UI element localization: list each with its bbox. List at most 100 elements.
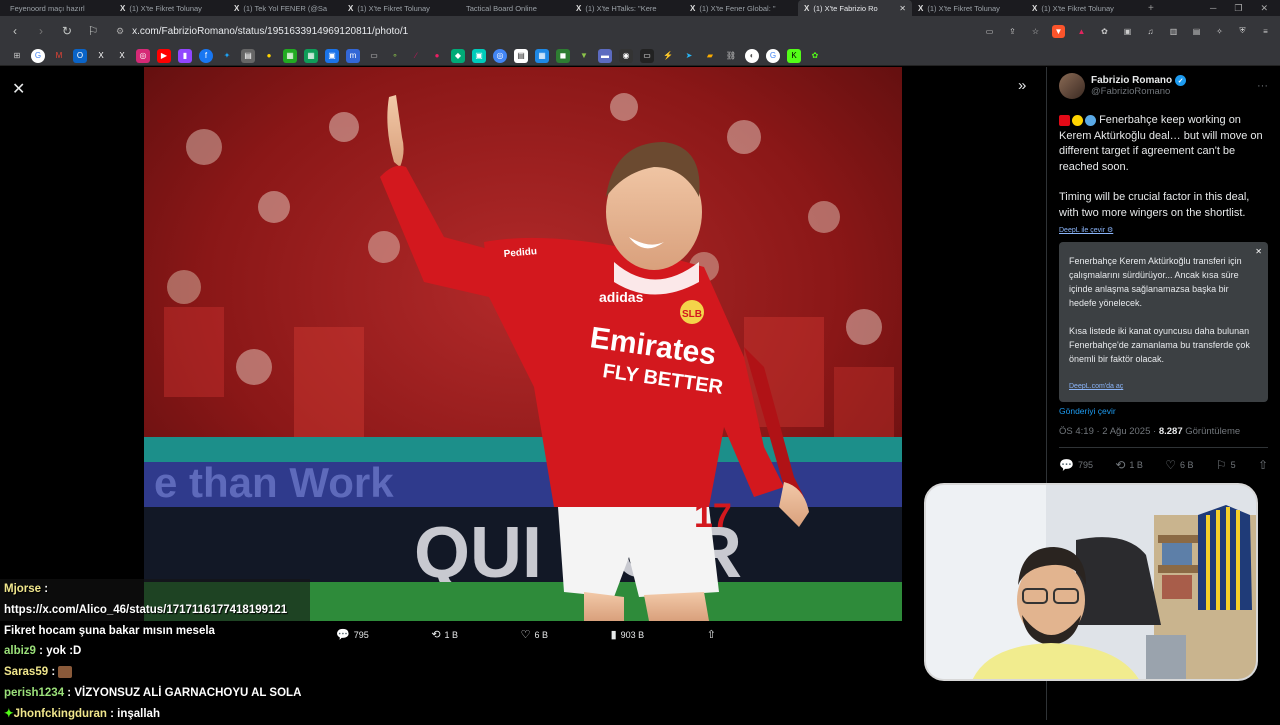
bookmark-site-icon[interactable]: ◆ [451,48,465,63]
bookmark-site-icon[interactable]: ▣ [472,48,486,63]
url-text: x.com/FabrizioRomano/status/195163391496… [132,25,409,37]
author-name[interactable]: Fabrizio Romano ✓ [1091,75,1187,86]
translation-popup: ✕ Fenerbahçe Kerem Aktürkoğlu transferi … [1059,242,1268,402]
chat-text: yok :D [46,645,82,658]
browser-tab[interactable]: Tactical Board Online [456,0,570,16]
views-button[interactable]: ▮ 903 B [611,628,645,641]
ai-icon[interactable]: ✧ [1213,25,1226,38]
brave-shield-icon[interactable]: ▼ [1052,24,1065,38]
close-window-icon[interactable]: ✕ [1260,3,1268,14]
share-icon[interactable]: ⇪ [1006,25,1019,38]
minimize-icon[interactable]: ─ [1210,3,1216,14]
bookmark-site-icon[interactable]: ◉ [619,48,633,63]
reply-button[interactable]: 💬 795 [336,628,369,641]
repost-button[interactable]: ⟲ 1 B [1115,458,1143,472]
sheets-icon[interactable]: ▦ [304,48,318,63]
facebook-icon[interactable]: f [199,48,213,63]
close-icon[interactable]: ✕ [12,79,25,99]
folder-icon[interactable]: ▰ [703,49,717,63]
author-handle[interactable]: @FabrizioRomano [1091,86,1186,97]
bookmark-button[interactable]: ⚐ 5 [1216,458,1236,472]
bookmark-site-icon[interactable]: ⚡ [661,49,675,63]
google-icon[interactable]: G [766,48,780,63]
bookmark-site-icon[interactable]: ▣ [325,48,339,63]
deepl-translate-link[interactable]: DeepL ile çevir ⚙ [1059,226,1268,234]
avatar[interactable] [1059,73,1085,99]
share-button[interactable]: ⇧ [707,628,716,641]
instagram-icon[interactable]: ◎ [136,48,150,63]
twitter-icon[interactable]: ✦ [220,49,234,63]
gmail-icon[interactable]: M [52,49,66,63]
x-bookmark-icon[interactable]: X [115,49,129,63]
bookmark-count: 5 [1230,460,1236,470]
bookmark-site-icon[interactable]: ▤ [514,48,528,63]
google-icon[interactable]: G [31,48,45,63]
bookmark-site-icon[interactable]: ◎ [493,48,507,63]
reload-icon[interactable]: ↻ [60,24,74,38]
like-button[interactable]: ♡ 6 B [1165,458,1193,472]
translate-post-link[interactable]: Gönderiyi çevir [1059,406,1268,416]
close-translation-icon[interactable]: ✕ [1255,245,1262,259]
wallet-icon[interactable]: ▤ [1190,25,1203,38]
bookmark-site-icon[interactable]: ● [430,49,444,63]
back-icon[interactable]: ‹ [8,24,22,38]
bookmark-site-icon[interactable]: ▼ [577,49,591,63]
apps-icon[interactable]: ⊞ [10,49,24,63]
menu-icon[interactable]: ≡ [1259,25,1272,38]
close-tab-icon[interactable]: ✕ [899,4,906,13]
bookmark-site-icon[interactable]: ▭ [640,48,654,63]
outlook-icon[interactable]: O [73,48,87,63]
repost-button[interactable]: ⟲ 1 B [431,628,458,641]
maximize-icon[interactable]: ❐ [1234,3,1242,14]
open-deepl-link[interactable]: DeepL.com'da aç [1069,380,1258,394]
rewards-icon[interactable]: ▲ [1075,25,1088,38]
browser-tab[interactable]: X (1) X'te Fikret Tolunay [912,0,1026,16]
browser-tab[interactable]: X (1) Tek Yol FENER (@Sa [228,0,342,16]
bookmark-site-icon[interactable]: ▭ [367,49,381,63]
twitch-icon[interactable]: ▮ [178,48,192,63]
link-icon[interactable]: ⛓ [724,49,738,63]
bookmark-site-icon[interactable]: ◼ [556,48,570,63]
share-button[interactable]: ⇧ [1258,458,1268,472]
address-bar[interactable]: ⚙ x.com/FabrizioRomano/status/1951633914… [112,20,971,42]
browser-tab[interactable]: X (1) X'te Fikret Tolunay [342,0,456,16]
expand-panel-icon[interactable]: » [1018,77,1026,94]
music-icon[interactable]: ♫ [1144,25,1157,38]
gear-icon[interactable]: ✿ [808,49,822,63]
new-tab-icon[interactable]: + [1140,3,1162,14]
extension-icon[interactable]: ✿ [1098,25,1111,38]
bookmark-icon[interactable]: ⚐ [86,24,100,38]
browser-tab[interactable]: Feyenoord maçı hazırl [0,0,114,16]
youtube-icon[interactable]: ▶ [157,48,171,63]
bookmark-site-icon[interactable]: ∕ [409,49,423,63]
media-icon[interactable]: ▣ [1121,25,1134,38]
bookmark-site-icon[interactable]: m [346,48,360,63]
vpn-icon[interactable]: ⛨ [1236,25,1249,38]
bookmark-site-icon[interactable]: ▦ [283,48,297,63]
browser-tab-active[interactable]: X (1) X'te Fabrizio Ro ✕ [798,0,912,16]
reply-button[interactable]: 💬 795 [1059,458,1093,472]
star-icon[interactable]: ☆ [1029,25,1042,38]
translation-paragraph-2: Kısa listede iki kanat oyuncusu daha bul… [1069,326,1250,364]
site-info-icon[interactable]: ⚙ [116,26,124,37]
bookmark-site-icon[interactable]: ◐ [745,48,759,63]
bookmark-site-icon[interactable]: ● [262,49,276,63]
browser-tab[interactable]: X (1) X'te Fener Global: " [684,0,798,16]
kick-icon[interactable]: K [787,48,801,63]
tweet-photo[interactable]: e than Work QUI DO R Emirates FLY BETTER… [144,67,902,621]
bookmark-site-icon[interactable]: ➤ [682,49,696,63]
browser-tab[interactable]: X (1) X'te Fikret Tolunay [1026,0,1140,16]
browser-tab[interactable]: X (1) X'te Fikret Tolunay [114,0,228,16]
more-options-icon[interactable]: ··· [1257,80,1268,92]
bookmark-site-icon[interactable]: ▬ [598,48,612,63]
sidebar-icon[interactable]: ▥ [1167,25,1180,38]
tweet-timestamp[interactable]: ÖS 4:19 · 2 Ağu 2025 · [1059,426,1159,437]
forward-icon[interactable]: › [34,24,48,38]
screen-icon[interactable]: ▭ [983,25,996,38]
bookmark-site-icon[interactable]: ⚬ [388,49,402,63]
bookmark-site-icon[interactable]: ▤ [241,48,255,63]
x-bookmark-icon[interactable]: X [94,49,108,63]
browser-tab[interactable]: X (1) X'te HTalks: "Kere [570,0,684,16]
bookmark-site-icon[interactable]: ▦ [535,48,549,63]
like-button[interactable]: ♡ 6 B [521,628,548,641]
